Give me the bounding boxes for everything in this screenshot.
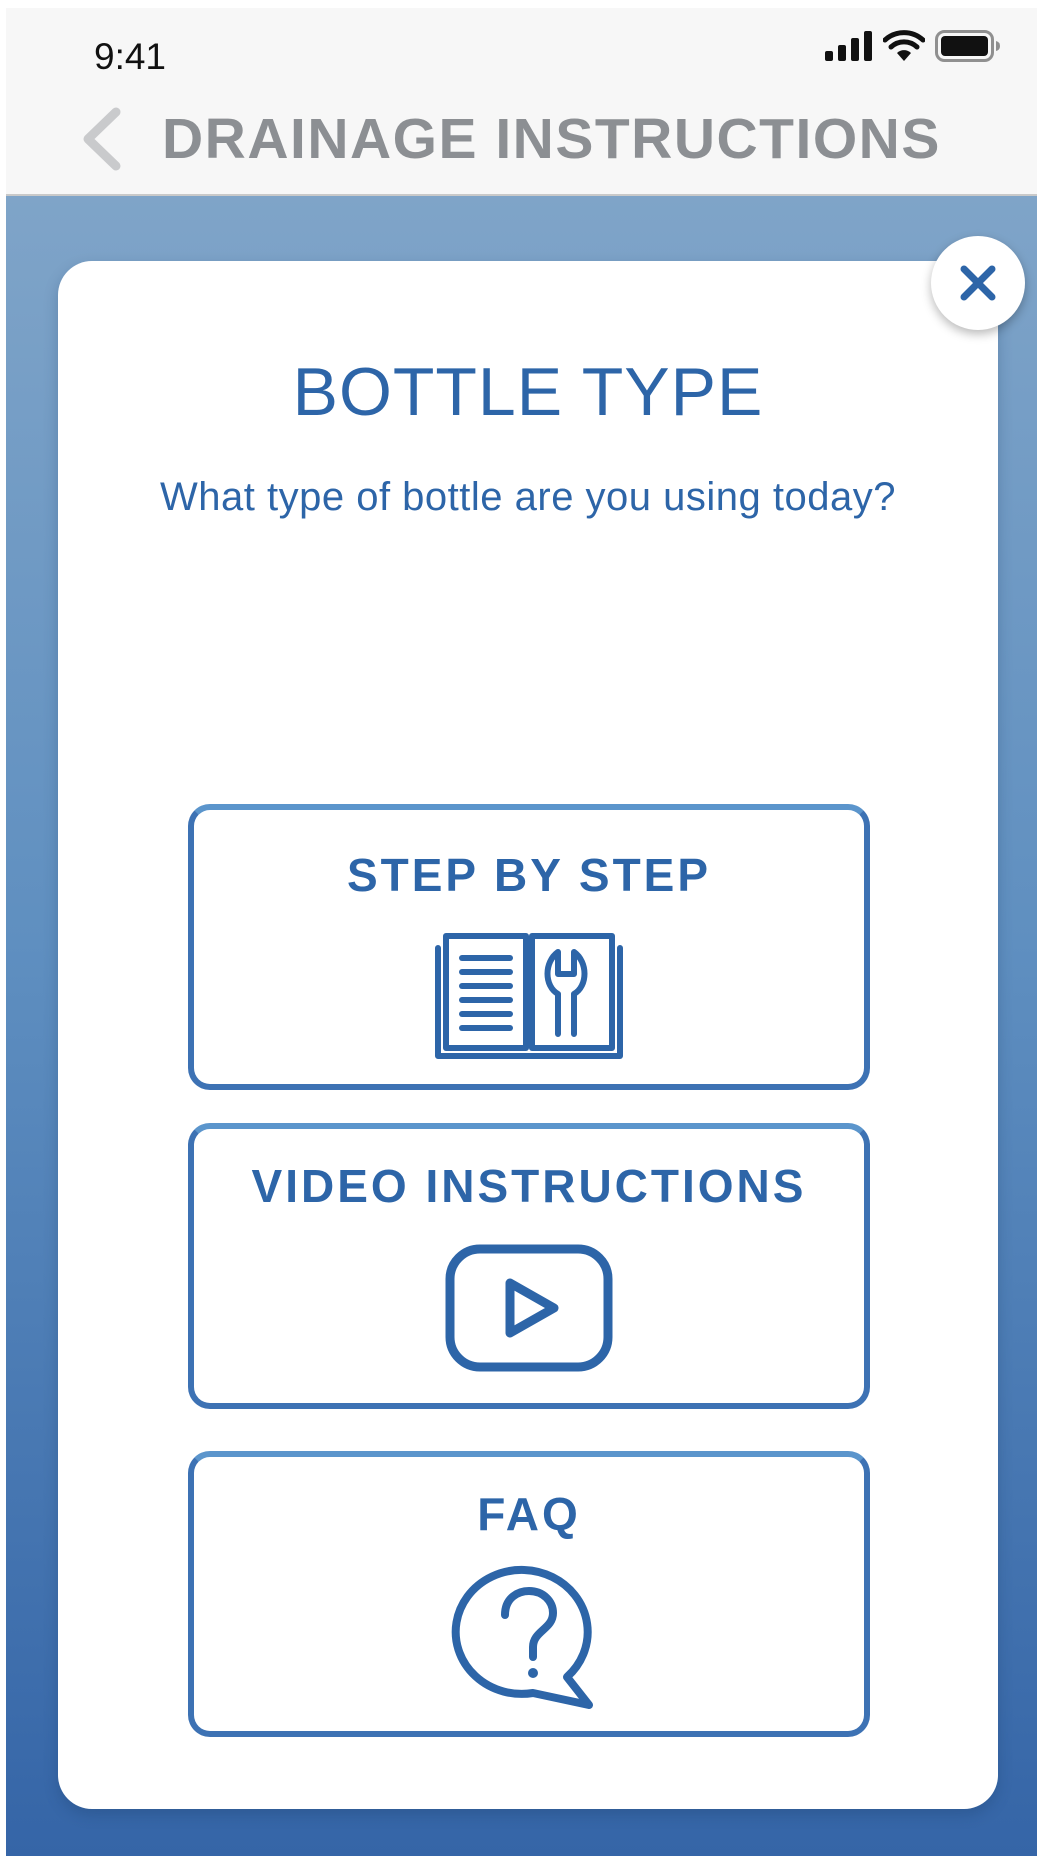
page-title: DRAINAGE INSTRUCTIONS — [162, 107, 941, 171]
bottle-type-modal: BOTTLE TYPE What type of bottle are you … — [58, 261, 998, 1809]
modal-title: BOTTLE TYPE — [292, 354, 764, 430]
option-label: FAQ — [477, 1488, 581, 1540]
option-label: VIDEO INSTRUCTIONS — [251, 1160, 807, 1212]
navigation-header: 9:41 DRAINAGE INSTRUCTIONS — [6, 8, 1037, 196]
chevron-left-icon[interactable] — [78, 106, 128, 172]
wifi-icon — [883, 30, 925, 61]
close-button[interactable] — [931, 236, 1025, 330]
manual-book-wrench-icon — [435, 933, 623, 1059]
faq-button[interactable]: FAQ — [188, 1451, 870, 1737]
play-video-icon — [445, 1244, 613, 1372]
cellular-signal-icon — [825, 31, 872, 61]
video-instructions-button[interactable]: VIDEO INSTRUCTIONS — [188, 1123, 870, 1409]
app-screen: 9:41 DRAINAGE INSTRUCTIONS BOTTLE TYPE W… — [0, 0, 1037, 1856]
question-bubble-icon — [451, 1565, 593, 1709]
status-time: 9:41 — [94, 36, 167, 77]
step-by-step-button[interactable]: STEP BY STEP — [188, 804, 870, 1090]
modal-subtitle: What type of bottle are you using today? — [160, 475, 896, 519]
close-icon — [960, 265, 996, 301]
battery-icon — [935, 30, 1000, 62]
option-label: STEP BY STEP — [346, 849, 712, 901]
status-icons — [825, 30, 1001, 62]
